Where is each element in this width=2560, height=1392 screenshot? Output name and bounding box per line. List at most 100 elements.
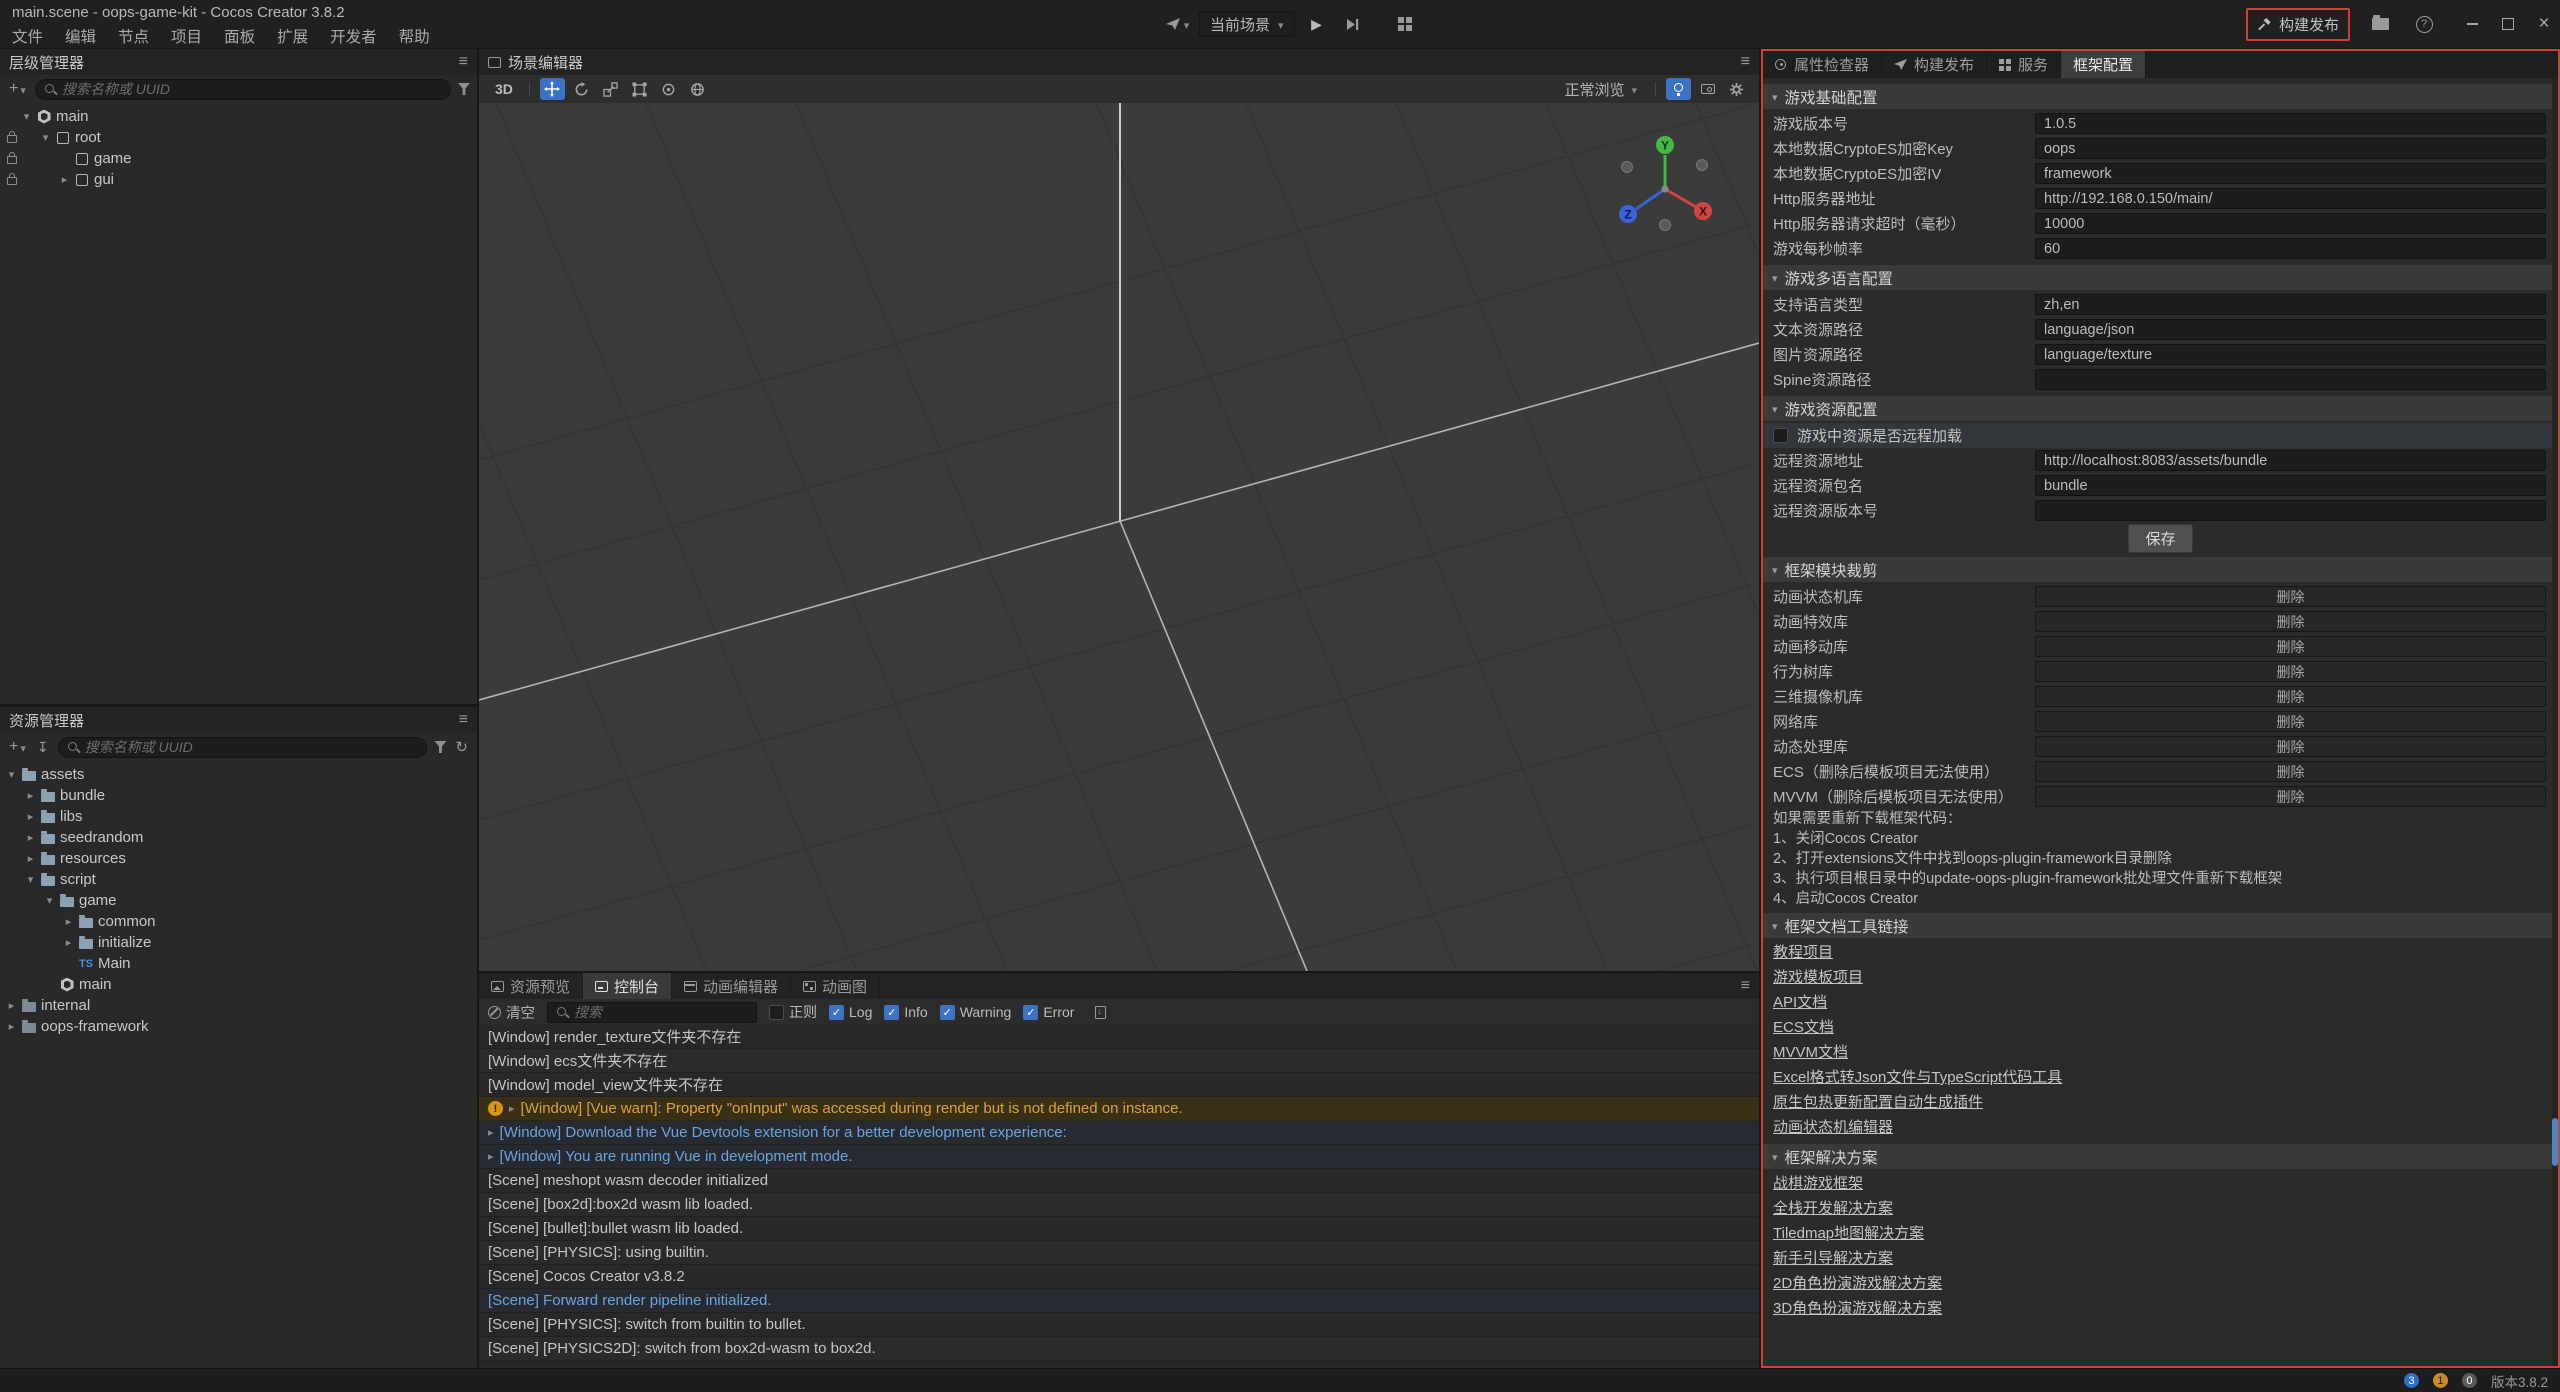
log-row[interactable]: [Scene] meshopt wasm decoder initialized [479,1169,1759,1193]
save-button[interactable]: 保存 [2128,524,2192,553]
solution-link[interactable]: 全栈开发解决方案 [1773,1196,1893,1221]
tab-animation-graph[interactable]: 动画图 [791,973,880,999]
tab-services[interactable]: 服务 [1987,51,2061,78]
config-input[interactable] [2035,369,2546,390]
camera-preview-button[interactable] [1695,78,1720,100]
tab-animation-editor[interactable]: 动画编辑器 [672,973,791,999]
log-filter-checkbox[interactable]: Error [1023,1004,1074,1020]
expand-arrow-icon[interactable]: ▸ [23,852,38,865]
doc-link[interactable]: Excel格式转Json文件与TypeScript代码工具 [1773,1065,2062,1090]
solution-link[interactable]: 战棋游戏框架 [1773,1171,1863,1196]
section-header-docs[interactable]: 框架文档工具链接 [1763,913,2558,938]
doc-link[interactable]: ECS文档 [1773,1015,1834,1040]
config-input[interactable] [2035,475,2546,496]
close-button[interactable] [2536,16,2552,32]
scrollbar[interactable] [2552,78,2558,1366]
rect-tool-button[interactable] [627,78,652,100]
maximize-button[interactable] [2500,16,2516,32]
log-row[interactable]: [Scene] [PHYSICS]: using builtin. [479,1241,1759,1265]
panel-menu-icon[interactable] [459,711,468,729]
delete-module-button[interactable]: 删除 [2035,711,2546,732]
config-input[interactable] [2035,188,2546,209]
delete-module-button[interactable]: 删除 [2035,611,2546,632]
asset-node[interactable]: ▸ oops-framework [0,1016,477,1037]
mode-3d-button[interactable]: 3D [489,81,519,97]
log-filter-checkbox[interactable]: Info [884,1004,927,1020]
tab-asset-preview[interactable]: 资源预览 [479,973,583,999]
asset-node[interactable]: ▸ bundle [0,785,477,806]
regex-checkbox[interactable]: 正则 [769,1002,817,1022]
asset-node[interactable]: ▸ seedrandom [0,827,477,848]
asset-node[interactable]: ▸ resources [0,848,477,869]
menu-item[interactable]: 项目 [171,25,202,47]
preview-platform-button[interactable] [1163,11,1191,37]
log-row[interactable]: [Scene] [bullet]:bullet wasm lib loaded. [479,1217,1759,1241]
scene-select[interactable]: 当前场景 [1199,11,1295,37]
tab-framework-config[interactable]: 框架配置 [2061,51,2146,78]
expand-arrow-icon[interactable]: ▸ [57,173,72,186]
panel-menu-icon[interactable] [1741,53,1750,71]
config-input[interactable] [2035,450,2546,471]
asset-node[interactable]: TS Main [0,953,477,974]
config-input[interactable] [2035,294,2546,315]
menu-item[interactable]: 面板 [224,25,255,47]
build-publish-button[interactable]: 构建发布 [2246,8,2350,41]
scene-viewport[interactable]: Y X Z [479,103,1759,971]
config-input[interactable] [2035,238,2546,259]
scrollbar-thumb[interactable] [2552,1118,2558,1166]
minimize-button[interactable] [2464,16,2480,32]
menu-item[interactable]: 文件 [12,25,43,47]
filter-icon[interactable] [434,741,446,753]
assets-search-input[interactable] [85,739,419,755]
asset-node[interactable]: ▸ internal [0,995,477,1016]
doc-link[interactable]: 教程项目 [1773,940,1833,965]
panel-menu-icon[interactable] [1741,977,1750,995]
section-header-solutions[interactable]: 框架解决方案 [1763,1144,2558,1169]
doc-link[interactable]: API文档 [1773,990,1827,1015]
log-row[interactable]: ▸ [Window] You are running Vue in develo… [479,1145,1759,1169]
asset-node[interactable]: ▾ assets [0,764,477,785]
move-tool-button[interactable] [540,78,565,100]
solution-link[interactable]: 3D角色扮演游戏解决方案 [1773,1296,1942,1321]
remote-load-checkbox[interactable] [1773,428,1788,443]
log-expand-arrow[interactable]: ▸ [488,1150,494,1163]
log-row[interactable]: [Window] ecs文件夹不存在 [479,1049,1759,1073]
step-button[interactable] [1339,11,1367,37]
log-row[interactable]: [Window] model_view文件夹不存在 [479,1073,1759,1097]
rotate-tool-button[interactable] [569,78,594,100]
log-row[interactable]: [Scene] Cocos Creator v3.8.2 [479,1265,1759,1289]
tab-build[interactable]: 构建发布 [1882,51,1987,78]
delete-module-button[interactable]: 删除 [2035,636,2546,657]
config-input[interactable] [2035,138,2546,159]
solution-link[interactable]: 2D角色扮演游戏解决方案 [1773,1271,1942,1296]
menu-item[interactable]: 帮助 [399,25,430,47]
refresh-button[interactable] [453,738,470,756]
log-row[interactable]: ▸ [Window] [Vue warn]: Property "onInput… [479,1097,1759,1121]
delete-module-button[interactable]: 删除 [2035,761,2546,782]
log-row[interactable]: [Scene] [PHYSICS]: switch from builtin t… [479,1313,1759,1337]
orientation-gizmo[interactable]: Y X Z [1605,125,1725,245]
asset-node[interactable]: ▾ script [0,869,477,890]
expand-arrow-icon[interactable]: ▸ [23,810,38,823]
hierarchy-node[interactable]: ▾ root [0,127,477,148]
neg-x-axis-ball[interactable] [1622,162,1633,173]
section-header-i18n[interactable]: 游戏多语言配置 [1763,265,2558,290]
play-button[interactable] [1303,11,1331,37]
view-mode-select[interactable]: 正常浏览 [1556,79,1645,100]
asset-node[interactable]: ▸ common [0,911,477,932]
tab-inspector[interactable]: 属性检查器 [1763,51,1882,78]
tab-console[interactable]: 控制台 [583,973,672,999]
neg-z-axis-ball[interactable] [1697,160,1708,171]
console-search-input[interactable] [574,1004,748,1020]
expand-arrow-icon[interactable]: ▸ [61,915,76,928]
menu-item[interactable]: 编辑 [65,25,96,47]
open-project-button[interactable] [2366,11,2394,37]
doc-link[interactable]: 原生包热更新配置自动生成插件 [1773,1090,1983,1115]
config-input[interactable] [2035,213,2546,234]
log-row[interactable]: [Scene] Forward render pipeline initiali… [479,1289,1759,1313]
log-filter-checkbox[interactable]: Warning [940,1004,1012,1020]
layout-button[interactable] [1391,11,1419,37]
log-filter-checkbox[interactable]: Log [829,1004,872,1020]
expand-arrow-icon[interactable]: ▸ [61,936,76,949]
space-toggle-button[interactable] [685,78,710,100]
